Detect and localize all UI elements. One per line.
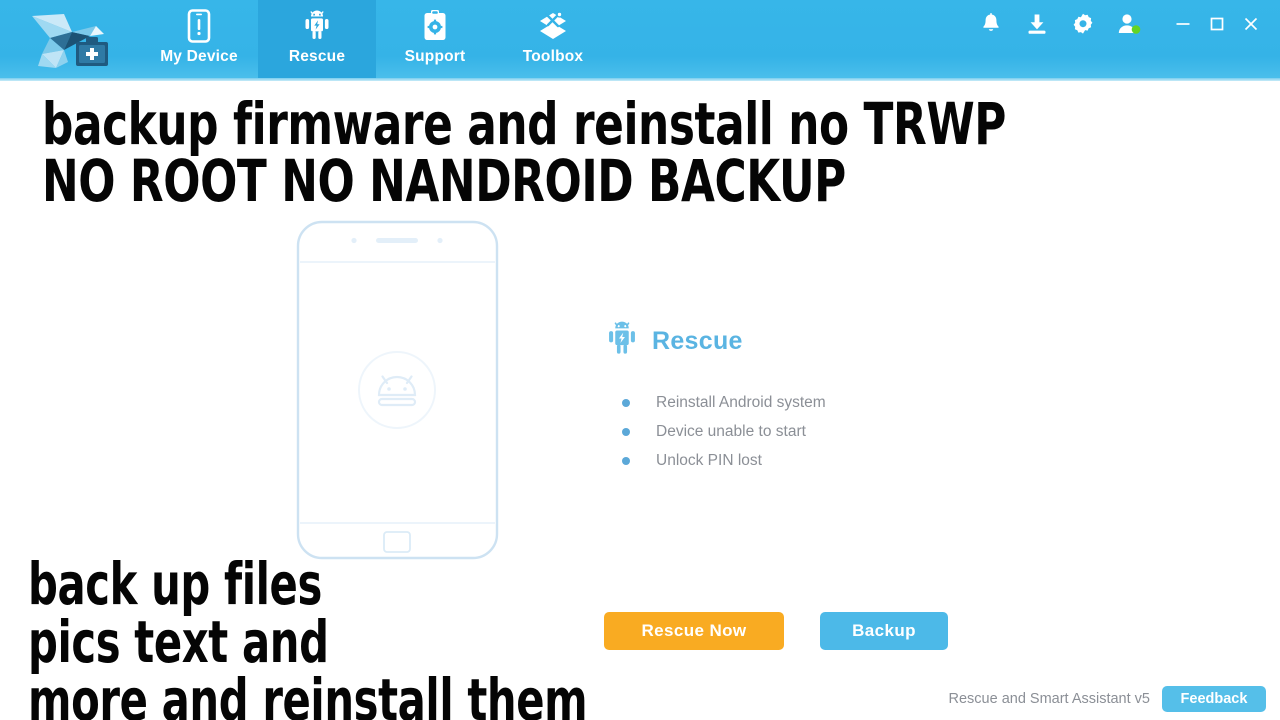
- app-logo[interactable]: [0, 0, 140, 81]
- titlebar-spacer: [612, 0, 968, 81]
- rescue-section: Rescue Reinstall Android system Device u…: [604, 321, 1004, 475]
- action-button-group: Rescue Now Backup: [604, 612, 948, 650]
- product-version-label: Rescue and Smart Assistant v5: [948, 691, 1151, 707]
- list-item-label: Unlock PIN lost: [656, 451, 762, 469]
- overlay-caption-top: backup firmware and reinstall no TRWP NO…: [42, 90, 1021, 216]
- overlay-caption-bottom: back up files pics text and more and rei…: [28, 550, 588, 720]
- close-button[interactable]: [1234, 4, 1268, 44]
- overlay-caption-line: pics text and: [28, 608, 329, 676]
- backup-button[interactable]: Backup: [820, 612, 948, 650]
- toolbox-icon: [536, 9, 570, 43]
- phone-alert-icon: [185, 9, 213, 43]
- origami-bird-first-aid-logo-icon: [32, 13, 108, 68]
- tab-toolbox[interactable]: Toolbox: [494, 0, 612, 81]
- tab-my-device[interactable]: My Device: [140, 0, 258, 81]
- rescue-section-header: Rescue: [604, 321, 1004, 362]
- maximize-button[interactable]: [1200, 4, 1234, 44]
- list-item: Unlock PIN lost: [604, 446, 1004, 475]
- window-controls: [1166, 0, 1276, 48]
- overlay-caption-line: back up files: [28, 550, 322, 618]
- tab-label: Rescue: [288, 48, 346, 65]
- tab-rescue[interactable]: Rescue: [258, 0, 376, 81]
- account-icon[interactable]: [1106, 1, 1152, 47]
- clipboard-gear-icon: [421, 9, 449, 43]
- tab-label: Support: [404, 48, 466, 65]
- bullet-icon: [622, 456, 630, 465]
- minimize-button[interactable]: [1166, 4, 1200, 44]
- android-phone-outline-illustration: [296, 220, 499, 560]
- tab-label: My Device: [160, 48, 238, 65]
- overlay-caption-line: more and reinstall them: [28, 666, 588, 720]
- title-bar: My Device Rescue Support Toolbox: [0, 0, 1280, 81]
- rescue-now-button[interactable]: Rescue Now: [604, 612, 784, 650]
- main-navigation: My Device Rescue Support Toolbox: [140, 0, 612, 81]
- section-title: Rescue: [652, 327, 743, 355]
- feedback-button[interactable]: Feedback: [1162, 686, 1266, 712]
- application-window: My Device Rescue Support Toolbox Rescue …: [0, 0, 1280, 720]
- download-icon[interactable]: [1014, 1, 1060, 47]
- rescue-feature-list: Reinstall Android system Device unable t…: [604, 388, 1004, 475]
- android-rescue-icon: [301, 9, 333, 43]
- bullet-icon: [622, 427, 630, 436]
- bell-icon[interactable]: [968, 1, 1014, 47]
- bullet-icon: [622, 398, 630, 407]
- list-item: Reinstall Android system: [604, 388, 1004, 417]
- tab-support[interactable]: Support: [376, 0, 494, 81]
- list-item: Device unable to start: [604, 417, 1004, 446]
- phone-illustration-icon: [296, 220, 499, 560]
- tab-label: Toolbox: [522, 48, 584, 65]
- list-item-label: Device unable to start: [656, 422, 806, 440]
- system-icon-group: [968, 0, 1280, 48]
- footer-bar: Rescue and Smart Assistant v5 Feedback: [948, 686, 1266, 712]
- android-bolt-icon: [604, 321, 640, 362]
- gear-icon[interactable]: [1060, 1, 1106, 47]
- list-item-label: Reinstall Android system: [656, 393, 826, 411]
